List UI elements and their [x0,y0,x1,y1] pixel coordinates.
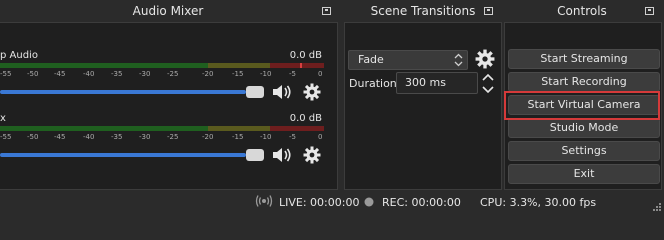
channel-db: 0.0 dB [289,113,322,124]
volume-handle[interactable] [246,149,264,161]
meter-ticks: -55 -50 -45 -40 -35 -30 -25 -20 -15 -10 … [0,133,330,143]
tick-label: -20 [202,70,214,78]
tick-label: -40 [83,70,95,78]
tick-label: -50 [27,70,39,78]
tick-label: -45 [54,133,66,141]
volume-meter [0,126,324,131]
speaker-mute-icon[interactable] [271,146,293,164]
duration-increment-button[interactable] [480,72,496,83]
volume-track [0,153,246,157]
scene-transitions-title: Scene Transitions [370,4,476,18]
chevron-updown-icon [454,53,463,67]
volume-slider[interactable] [0,149,264,161]
transition-settings-gear-icon[interactable] [475,49,495,69]
highlight-box [504,91,660,120]
controls-title: Controls [557,4,607,18]
tick-label: -30 [139,133,151,141]
channel-settings-gear-icon[interactable] [303,146,321,164]
tick-label: -55 [0,133,12,141]
tick-label: -5 [289,70,296,78]
duration-input[interactable]: 300 ms [396,72,478,94]
float-dock-icon[interactable] [645,7,654,15]
duration-value: 300 ms [405,76,446,89]
duration-label: Duration [349,77,397,90]
broadcast-icon [255,194,273,211]
volume-track [0,90,246,94]
rec-status: REC: 00:00:00 [382,196,461,209]
tick-label: -10 [260,133,272,141]
tick-label: -30 [139,70,151,78]
transition-select[interactable]: Fade [348,50,468,70]
meter-ticks: -55 -50 -45 -40 -35 -30 -25 -20 -15 -10 … [0,70,330,80]
cpu-status: CPU: 3.3%, 30.00 fps [480,196,597,209]
tick-label: -35 [111,70,123,78]
status-bar: LIVE: 00:00:00 REC: 00:00:00 CPU: 3.3%, … [0,190,664,213]
record-dot-icon [364,197,374,210]
tick-label: -25 [167,70,179,78]
studio-mode-button[interactable]: Studio Mode [508,118,660,138]
channel-name: x [0,113,6,124]
mixer-channel: p Audio 0.0 dB -55 -50 -45 -40 -35 -30 -… [0,50,336,104]
transition-select-value: Fade [358,53,384,66]
live-status: LIVE: 00:00:00 [279,196,360,209]
exit-button[interactable]: Exit [508,164,660,184]
settings-button[interactable]: Settings [508,141,660,161]
tick-label: -10 [260,70,272,78]
audio-mixer-title: Audio Mixer [132,4,204,18]
resize-grip-icon[interactable] [652,202,662,212]
tick-label: -20 [202,133,214,141]
float-dock-icon[interactable] [322,7,331,15]
channel-settings-gear-icon[interactable] [303,83,321,101]
channel-db: 0.0 dB [289,50,322,61]
volume-meter [0,63,324,68]
mixer-channel: x 0.0 dB -55 -50 -45 -40 -35 -30 -25 -20… [0,113,336,167]
duration-decrement-button[interactable] [480,84,496,95]
tick-label: -15 [232,133,244,141]
scene-transitions-dock [344,22,502,190]
float-dock-icon[interactable] [484,7,493,15]
volume-handle[interactable] [246,86,264,98]
tick-label: -45 [54,70,66,78]
start-recording-button[interactable]: Start Recording [508,72,660,92]
channel-name: p Audio [0,50,38,61]
tick-label: 0 [318,70,323,78]
tick-label: -15 [232,70,244,78]
tick-label: -5 [289,133,296,141]
meter-peak [300,63,302,68]
tick-label: -50 [27,133,39,141]
start-streaming-button[interactable]: Start Streaming [508,49,660,69]
tick-label: 0 [318,133,323,141]
speaker-mute-icon[interactable] [271,83,293,101]
tick-label: -25 [167,133,179,141]
tick-label: -35 [111,133,123,141]
tick-label: -55 [0,70,12,78]
volume-slider[interactable] [0,86,264,98]
tick-label: -40 [83,133,95,141]
